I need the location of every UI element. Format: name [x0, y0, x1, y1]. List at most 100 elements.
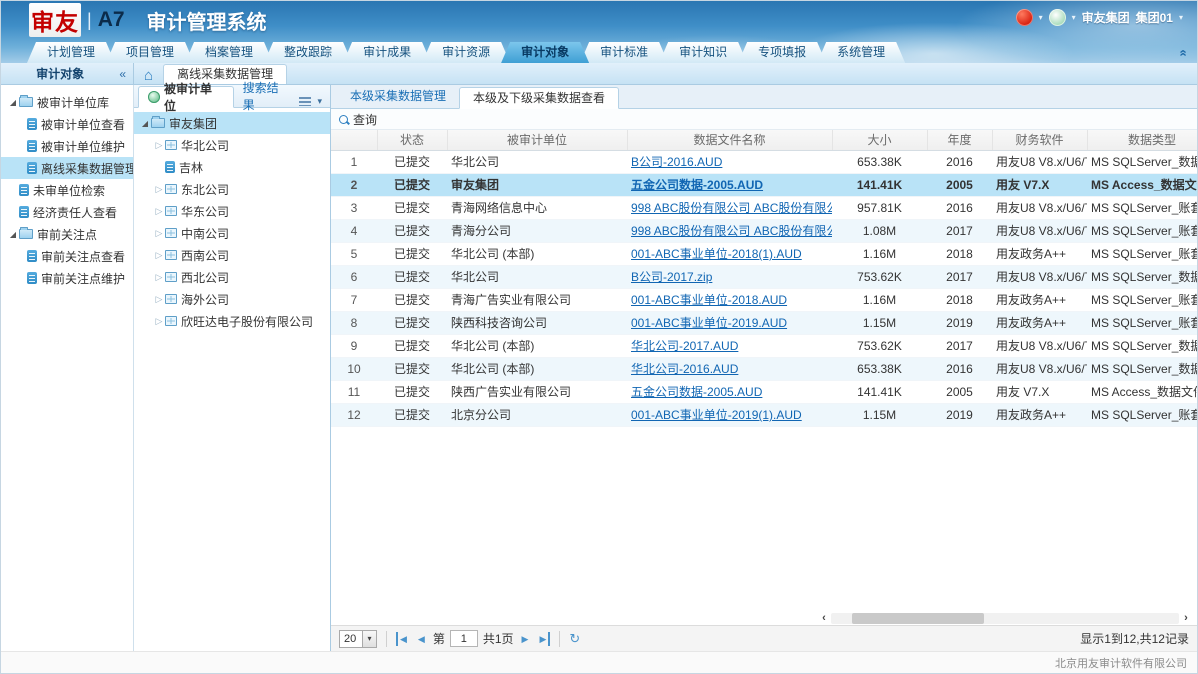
tab-audited-units[interactable]: 被审计单位: [138, 86, 234, 108]
scroll-right-icon[interactable]: ›: [1179, 612, 1193, 624]
tree-collapsed-icon[interactable]: ▷: [153, 250, 165, 261]
refresh-icon[interactable]: ↻: [569, 631, 580, 647]
user-avatar-icon[interactable]: [1049, 9, 1066, 26]
tab-archive-mgmt[interactable]: 档案管理: [185, 42, 273, 63]
file-link[interactable]: 998 ABC股份有限公司 ABC股份有限公司: [631, 224, 832, 238]
org-node[interactable]: ▷ 华东公司: [134, 200, 330, 222]
file-link[interactable]: 001-ABC事业单位-2018(1).AUD: [631, 247, 802, 261]
chevron-down-icon[interactable]: ▾: [1072, 13, 1076, 22]
column-header-software[interactable]: 财务软件: [992, 130, 1087, 150]
table-row[interactable]: 12 已提交 北京分公司 001-ABC事业单位-2019(1).AUD 1.1…: [331, 403, 1197, 426]
org-node[interactable]: ▷ 东北公司: [134, 178, 330, 200]
file-link[interactable]: 998 ABC股份有限公司 ABC股份有限公司: [631, 201, 832, 215]
sidebar-item-unit-maintain[interactable]: 被审计单位维护: [1, 135, 133, 157]
file-link[interactable]: B公司-2017.zip: [631, 270, 712, 284]
tree-collapsed-icon[interactable]: ▷: [153, 316, 165, 327]
scrollbar-track[interactable]: [831, 613, 1179, 624]
org-node[interactable]: ▷ 欣旺达电子股份有限公司: [134, 310, 330, 332]
org-name[interactable]: 审友集团: [1082, 9, 1130, 26]
tab-project-mgmt[interactable]: 项目管理: [106, 42, 194, 63]
table-row-selected[interactable]: 2 已提交 审友集团 五金公司数据-2005.AUD 141.41K 2005 …: [331, 173, 1197, 196]
file-link[interactable]: 001-ABC事业单位-2019(1).AUD: [631, 408, 802, 422]
sidebar-item-preaudit-focus[interactable]: ◢ 审前关注点: [1, 223, 133, 245]
org-node-root[interactable]: ◢ 审友集团: [134, 112, 330, 134]
tab-audit-resources[interactable]: 审计资源: [422, 42, 510, 63]
column-header-status[interactable]: 状态: [377, 130, 447, 150]
menu-icon[interactable]: [299, 97, 311, 106]
column-header-year[interactable]: 年度: [927, 130, 992, 150]
sidebar-item-unit-view[interactable]: 被审计单位查看: [1, 113, 133, 135]
org-node[interactable]: 吉林: [134, 156, 330, 178]
tab-special-reports[interactable]: 专项填报: [738, 42, 826, 63]
user-name[interactable]: 集团01: [1136, 9, 1173, 26]
org-node[interactable]: ▷ 西南公司: [134, 244, 330, 266]
collapse-banner-icon[interactable]: «: [1177, 49, 1189, 56]
tab-audit-objects[interactable]: 审计对象: [501, 42, 589, 63]
tree-collapsed-icon[interactable]: ▷: [153, 140, 165, 151]
tree-expanded-icon[interactable]: ◢: [7, 98, 19, 107]
table-row[interactable]: 4 已提交 青海分公司 998 ABC股份有限公司 ABC股份有限公司 1.08…: [331, 219, 1197, 242]
table-row[interactable]: 9 已提交 华北公司 (本部) 华北公司-2017.AUD 753.62K 20…: [331, 334, 1197, 357]
column-header-unit[interactable]: 被审计单位: [447, 130, 627, 150]
chevron-down-icon[interactable]: ▾: [1179, 13, 1183, 22]
sidebar-item-focus-maintain[interactable]: 审前关注点维护: [1, 267, 133, 289]
tree-collapsed-icon[interactable]: ▷: [153, 294, 165, 305]
file-link[interactable]: 五金公司数据-2005.AUD: [631, 385, 762, 399]
column-header-size[interactable]: 大小: [832, 130, 927, 150]
tab-audit-results[interactable]: 审计成果: [343, 42, 431, 63]
org-node[interactable]: ▷ 华北公司: [134, 134, 330, 156]
tree-collapsed-icon[interactable]: ▷: [153, 206, 165, 217]
tree-collapsed-icon[interactable]: ▷: [153, 228, 165, 239]
sidebar-item-offline-data-mgmt[interactable]: 离线采集数据管理: [1, 157, 133, 179]
table-row[interactable]: 6 已提交 华北公司 B公司-2017.zip 753.62K 2017 用友U…: [331, 265, 1197, 288]
table-row[interactable]: 3 已提交 青海网络信息中心 998 ABC股份有限公司 ABC股份有限公司 9…: [331, 196, 1197, 219]
file-link[interactable]: 华北公司-2017.AUD: [631, 339, 738, 353]
scroll-left-icon[interactable]: ‹: [817, 612, 831, 624]
horizontal-scrollbar[interactable]: ‹ ›: [817, 612, 1197, 624]
tab-plan-mgmt[interactable]: 计划管理: [27, 42, 115, 63]
org-node[interactable]: ▷ 西北公司: [134, 266, 330, 288]
last-page-button[interactable]: ▶: [536, 632, 550, 646]
tab-system-mgmt[interactable]: 系统管理: [817, 42, 905, 63]
table-row[interactable]: 1 已提交 华北公司 B公司-2016.AUD 653.38K 2016 用友U…: [331, 150, 1197, 173]
tab-audit-knowledge[interactable]: 审计知识: [659, 42, 747, 63]
file-link[interactable]: B公司-2016.AUD: [631, 155, 722, 169]
sidebar-item-responsible-person[interactable]: 经济责任人查看: [1, 201, 133, 223]
home-icon[interactable]: ⌂: [144, 68, 153, 83]
tab-search-results[interactable]: 搜索结果: [234, 85, 300, 107]
page-size-select[interactable]: 20 ▾: [339, 630, 377, 648]
sidebar-item-unit-library[interactable]: ◢ 被审计单位库: [1, 91, 133, 113]
tree-collapsed-icon[interactable]: ▷: [153, 184, 165, 195]
file-link[interactable]: 华北公司-2016.AUD: [631, 362, 738, 376]
first-page-button[interactable]: ◀: [396, 632, 410, 646]
table-row[interactable]: 8 已提交 陕西科技咨询公司 001-ABC事业单位-2019.AUD 1.15…: [331, 311, 1197, 334]
alert-icon[interactable]: [1016, 9, 1033, 26]
sidebar-item-unaudited-search[interactable]: 未审单位检索: [1, 179, 133, 201]
tab-local-and-sub-collected-data[interactable]: 本级及下级采集数据查看: [459, 87, 619, 109]
org-node[interactable]: ▷ 海外公司: [134, 288, 330, 310]
collapse-sidebar-icon[interactable]: «: [119, 67, 133, 81]
sidebar-item-focus-view[interactable]: 审前关注点查看: [1, 245, 133, 267]
table-row[interactable]: 10 已提交 华北公司 (本部) 华北公司-2016.AUD 653.38K 2…: [331, 357, 1197, 380]
tree-collapsed-icon[interactable]: ▷: [153, 272, 165, 283]
file-link[interactable]: 五金公司数据-2005.AUD: [631, 178, 763, 192]
org-node[interactable]: ▷ 中南公司: [134, 222, 330, 244]
tab-audit-standards[interactable]: 审计标准: [580, 42, 668, 63]
tree-expanded-icon[interactable]: ◢: [139, 119, 151, 128]
prev-page-button[interactable]: ◀: [415, 632, 428, 646]
tab-rectification[interactable]: 整改跟踪: [264, 42, 352, 63]
tree-expanded-icon[interactable]: ◢: [7, 230, 19, 239]
chevron-down-icon[interactable]: ▾: [317, 96, 322, 107]
file-link[interactable]: 001-ABC事业单位-2018.AUD: [631, 293, 787, 307]
column-header-datatype[interactable]: 数据类型: [1087, 130, 1197, 150]
table-row[interactable]: 7 已提交 青海广告实业有限公司 001-ABC事业单位-2018.AUD 1.…: [331, 288, 1197, 311]
query-button[interactable]: 查询: [353, 111, 377, 128]
chevron-down-icon[interactable]: ▾: [1039, 13, 1043, 22]
column-header-filename[interactable]: 数据文件名称: [627, 130, 832, 150]
page-number-input[interactable]: [450, 630, 478, 647]
table-row[interactable]: 5 已提交 华北公司 (本部) 001-ABC事业单位-2018(1).AUD …: [331, 242, 1197, 265]
table-row[interactable]: 11 已提交 陕西广告实业有限公司 五金公司数据-2005.AUD 141.41…: [331, 380, 1197, 403]
file-link[interactable]: 001-ABC事业单位-2019.AUD: [631, 316, 787, 330]
scrollbar-thumb[interactable]: [852, 613, 984, 624]
next-page-button[interactable]: ▶: [519, 632, 532, 646]
